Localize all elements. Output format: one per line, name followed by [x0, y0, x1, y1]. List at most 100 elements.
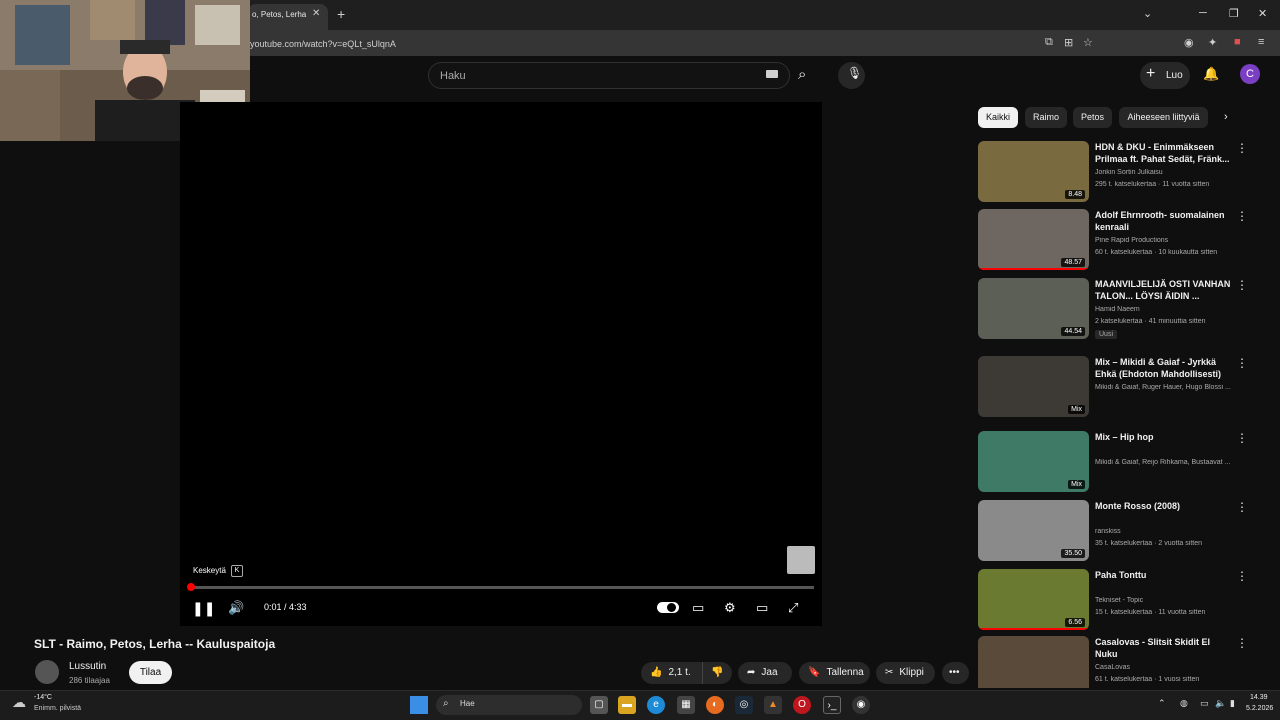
more-options-icon[interactable]: ⋮: [1236, 209, 1248, 223]
video-thumbnail[interactable]: 44.54: [978, 278, 1089, 339]
volume-icon[interactable]: 🔊: [228, 600, 244, 616]
recommendation-item[interactable]: Mix Mix – Hip hop Mikidi & Gaiaf, Reijo Ri…: [978, 431, 1268, 493]
recommendation-item[interactable]: Mix Mix – Mikidi & Gaiaf - Jyrkkä Ehkä (E…: [978, 356, 1268, 418]
channel-watermark[interactable]: [787, 546, 815, 574]
video-thumbnail[interactable]: 35.50: [978, 500, 1089, 561]
clock-date[interactable]: 5.2.2026: [1246, 705, 1273, 712]
progress-bar[interactable]: [190, 586, 814, 589]
recommendation-item[interactable]: 44.54 MAANVILJELIJÄ OSTI VANHAN TALON... …: [978, 278, 1268, 340]
save-button[interactable]: 🔖 Tallenna: [799, 662, 870, 684]
url-text[interactable]: youtube.com/watch?v=eQLt_sUlqnA: [250, 39, 396, 49]
clip-button[interactable]: ✂ Klippi: [876, 662, 935, 684]
windows-start-icon[interactable]: [410, 696, 428, 714]
tab-search-chevron-icon[interactable]: ⌄: [1143, 7, 1152, 20]
weather-temperature[interactable]: -14°C: [34, 694, 52, 701]
more-options-icon[interactable]: ⋮: [1236, 636, 1248, 650]
more-options-icon[interactable]: ⋮: [1236, 278, 1248, 292]
restore-icon[interactable]: ❐: [1229, 7, 1239, 20]
recommendation-channel[interactable]: ranskiss: [1095, 528, 1255, 535]
more-horizontal-icon: •••: [949, 667, 960, 678]
vlc-icon[interactable]: ▲: [764, 696, 782, 714]
new-tab-icon[interactable]: +: [337, 6, 345, 22]
chip-all[interactable]: Kaikki: [978, 107, 1018, 128]
recommendation-channel[interactable]: Hamid Naeem: [1095, 306, 1255, 313]
weather-description[interactable]: Enimm. pilvistä: [34, 705, 81, 712]
chrome-icon[interactable]: ◉: [852, 696, 870, 714]
keyboard-icon[interactable]: [766, 70, 778, 78]
share-button[interactable]: ➦ Jaa: [738, 662, 792, 684]
close-tab-icon[interactable]: ✕: [312, 8, 320, 19]
dislike-button[interactable]: 👎: [702, 662, 732, 684]
recommendation-channel[interactable]: Jonkin Sortin Julkaisu: [1095, 169, 1255, 176]
recommendation-item[interactable]: 35.50 Monte Rosso (2008) ranskiss 35 t. kat…: [978, 500, 1268, 562]
more-options-icon[interactable]: ⋮: [1236, 500, 1248, 514]
browser-menu-icon[interactable]: ≡: [1258, 36, 1264, 48]
clock-time[interactable]: 14.39: [1250, 694, 1268, 701]
recommendation-channel[interactable]: Tekniset - Topic: [1095, 597, 1255, 604]
bookmark-star-icon[interactable]: ☆: [1083, 36, 1093, 49]
recommendation-channel[interactable]: Mikidi & Gaiaf, Ruger Hauer, Hugo Blossi…: [1095, 384, 1255, 391]
video-thumbnail[interactable]: 8.48: [978, 141, 1089, 202]
channel-avatar[interactable]: [35, 660, 59, 684]
more-options-icon[interactable]: ⋮: [1236, 431, 1248, 445]
fullscreen-icon[interactable]: ⤢: [788, 600, 798, 616]
video-thumbnail[interactable]: Mix: [978, 431, 1089, 492]
theater-mode-icon[interactable]: ▭: [756, 600, 768, 616]
pip-icon[interactable]: ⧉: [1045, 36, 1053, 49]
more-options-icon[interactable]: ⋮: [1236, 569, 1248, 583]
file-explorer-icon[interactable]: ▬: [618, 696, 636, 714]
extensions-icon[interactable]: ✦: [1208, 36, 1217, 49]
video-player[interactable]: [180, 102, 822, 626]
progress-scrubber[interactable]: [187, 583, 195, 591]
tray-chevron-icon[interactable]: ⌃: [1158, 698, 1166, 709]
install-icon[interactable]: ⊞: [1064, 36, 1073, 49]
microphone-icon[interactable]: 🎙: [847, 66, 862, 80]
speaker-icon[interactable]: 🔈: [1215, 698, 1226, 709]
store-icon[interactable]: ▦: [677, 696, 695, 714]
video-thumbnail[interactable]: Mix: [978, 356, 1089, 417]
more-actions-button[interactable]: •••: [942, 662, 969, 684]
opera-icon[interactable]: O: [793, 696, 811, 714]
subscribe-button[interactable]: Tilaa: [129, 661, 172, 684]
recommendation-channel[interactable]: Mikidi & Gaiaf, Reijo Rihkama, Bustaavat…: [1095, 459, 1255, 466]
chip-petos[interactable]: Petos: [1073, 107, 1112, 128]
channel-name[interactable]: Lussutin: [69, 661, 106, 672]
weather-cloud-icon[interactable]: ☁: [12, 694, 26, 711]
extension-badge-icon[interactable]: ■: [1234, 36, 1241, 48]
recommendation-item[interactable]: 6.56 Paha Tonttu Tekniset - Topic 15 t. kat…: [978, 569, 1268, 631]
notifications-bell-icon[interactable]: 🔔: [1203, 66, 1219, 82]
firefox-icon[interactable]: ◐: [706, 696, 724, 714]
chip-related[interactable]: Aiheeseen liittyviä: [1119, 107, 1208, 128]
taskbar-search[interactable]: [436, 695, 582, 715]
battery-icon[interactable]: ▮: [1230, 698, 1235, 709]
more-options-icon[interactable]: ⋮: [1236, 356, 1248, 370]
search-box[interactable]: [428, 62, 790, 89]
network-icon[interactable]: ▭: [1200, 698, 1209, 709]
terminal-icon[interactable]: ›_: [823, 696, 841, 714]
recommendation-channel[interactable]: Pine Rapid Productions: [1095, 237, 1255, 244]
task-view-icon[interactable]: ▢: [590, 696, 608, 714]
edge-icon[interactable]: e: [647, 696, 665, 714]
chip-raimo[interactable]: Raimo: [1025, 107, 1067, 128]
profile-icon[interactable]: ◉: [1184, 36, 1194, 49]
close-window-icon[interactable]: ✕: [1258, 7, 1267, 20]
subtitles-icon[interactable]: ▭: [692, 600, 704, 616]
video-thumbnail[interactable]: 48.57: [978, 209, 1089, 270]
recommendation-item[interactable]: 8.48 HDN & DKU - Enimmäkseen Prilmaa ft. …: [978, 141, 1268, 203]
search-input[interactable]: Haku: [440, 70, 466, 82]
video-thumbnail[interactable]: [978, 636, 1089, 688]
search-icon[interactable]: ⌕: [798, 66, 806, 83]
minimize-icon[interactable]: ─: [1199, 7, 1207, 19]
chevron-right-icon[interactable]: ›: [1224, 111, 1228, 123]
video-thumbnail[interactable]: 6.56: [978, 569, 1089, 630]
settings-gear-icon[interactable]: ⚙: [724, 600, 736, 616]
tray-app-icon[interactable]: ◍: [1180, 698, 1188, 709]
more-options-icon[interactable]: ⋮: [1236, 141, 1248, 155]
pause-button[interactable]: ❚❚: [192, 600, 215, 617]
steam-icon[interactable]: ◎: [735, 696, 753, 714]
thumbs-down-icon: 👎: [711, 667, 724, 678]
recommendation-item[interactable]: Casalovas - Slitsit Skidit El Nuku CasaLo…: [978, 636, 1268, 688]
account-avatar[interactable]: C: [1240, 64, 1260, 84]
recommendation-channel[interactable]: CasaLovas: [1095, 664, 1255, 671]
recommendation-item[interactable]: 48.57 Adolf Ehrnrooth- suomalainen kenraa…: [978, 209, 1268, 271]
